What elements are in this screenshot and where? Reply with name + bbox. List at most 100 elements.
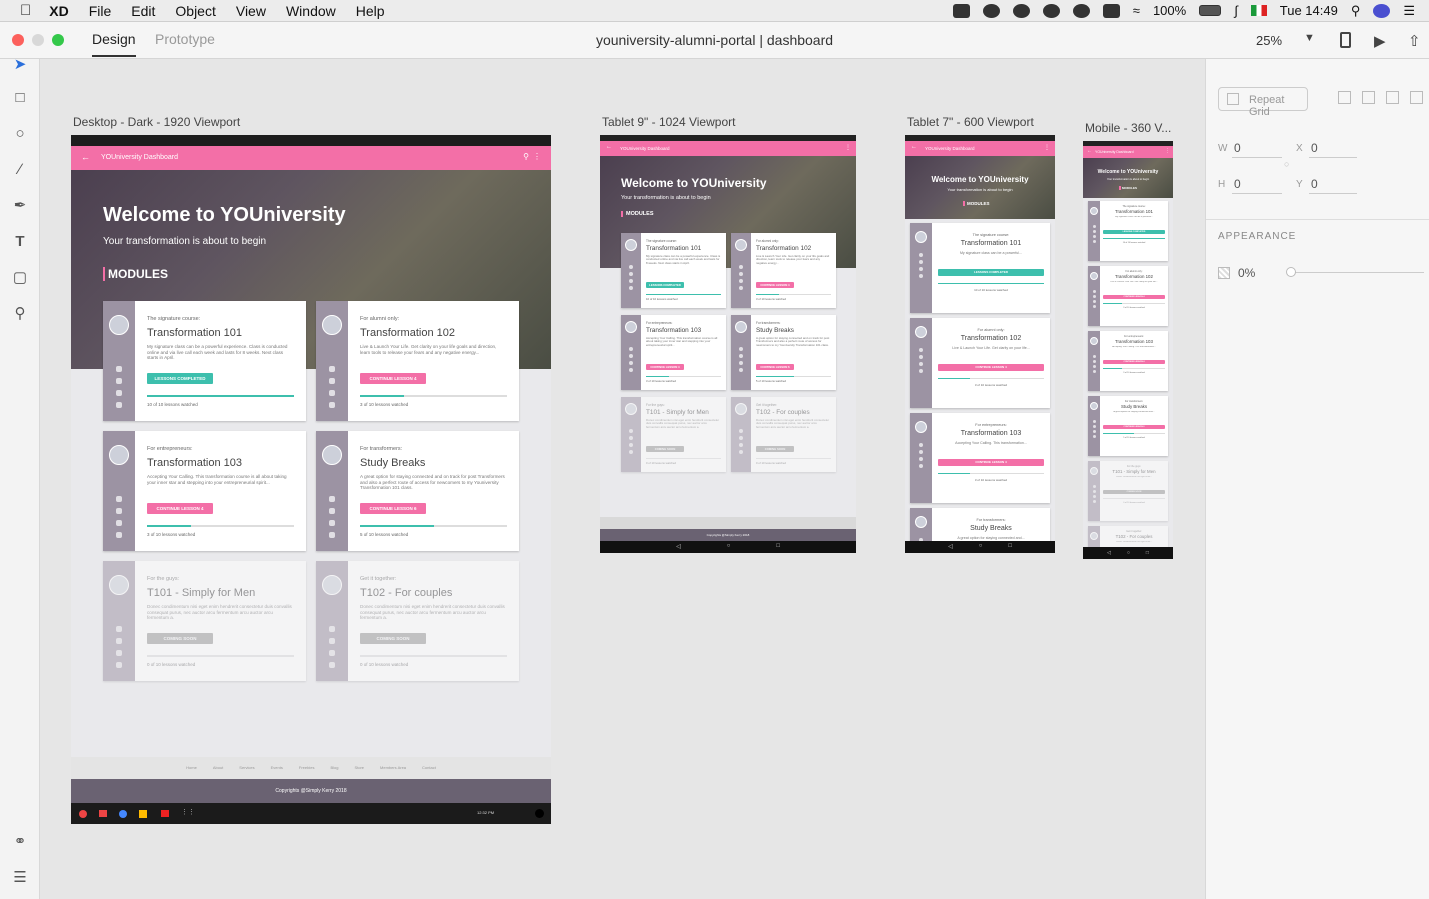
chat-icon[interactable] bbox=[629, 354, 633, 358]
battery-icon[interactable] bbox=[1199, 5, 1222, 16]
check-icon[interactable] bbox=[919, 274, 923, 278]
course-card[interactable]: The signature course: Transformation 101 M… bbox=[910, 223, 1050, 313]
check-icon[interactable] bbox=[629, 368, 633, 372]
course-card[interactable]: For transformers: Study Breaks A great opt… bbox=[316, 431, 519, 551]
menu-app-xd[interactable]: XD bbox=[49, 3, 68, 19]
chat-icon[interactable] bbox=[1092, 295, 1096, 298]
play-lesson-icon[interactable] bbox=[1092, 485, 1096, 488]
rectangle-tool-icon[interactable]: □ bbox=[11, 89, 29, 107]
check-icon[interactable] bbox=[1092, 500, 1096, 503]
height-field[interactable]: 0 bbox=[1234, 177, 1241, 191]
play-lesson-icon[interactable] bbox=[629, 429, 633, 433]
play-lesson-icon[interactable] bbox=[1092, 355, 1096, 358]
course-action-button[interactable]: CONTINUE LESSON 4 bbox=[646, 364, 684, 370]
flag-icon[interactable] bbox=[1250, 5, 1267, 16]
search-icon[interactable]: ⚲ bbox=[523, 152, 529, 161]
account-avatar-icon[interactable] bbox=[535, 809, 544, 818]
menu-file[interactable]: File bbox=[89, 3, 112, 19]
check-icon[interactable] bbox=[919, 369, 923, 373]
bluetooth-icon[interactable]: ∫ bbox=[1234, 3, 1238, 18]
play-lesson-icon[interactable] bbox=[919, 443, 923, 447]
chat-icon[interactable] bbox=[919, 355, 923, 359]
chat-icon[interactable] bbox=[329, 638, 335, 644]
course-action-button[interactable]: CONTINUE LESSON 4 bbox=[360, 373, 426, 384]
course-action-button[interactable]: CONTINUE LESSON 6 bbox=[360, 503, 426, 514]
check-icon[interactable] bbox=[329, 402, 335, 408]
boolean-intersect-icon[interactable] bbox=[1386, 91, 1399, 104]
course-action-button[interactable]: LESSONS COMPLETED bbox=[646, 282, 684, 288]
check-icon[interactable] bbox=[1092, 370, 1096, 373]
footer-link[interactable]: Blog bbox=[330, 765, 338, 779]
course-card[interactable]: For transformers: Study Breaks A great opt… bbox=[731, 315, 836, 390]
check-icon[interactable] bbox=[116, 402, 122, 408]
course-card[interactable]: The signature course: Transformation 101 M… bbox=[621, 233, 726, 308]
chat-icon[interactable] bbox=[116, 378, 122, 384]
more-vert-icon[interactable]: ⋮ bbox=[1165, 148, 1170, 154]
course-card[interactable]: For the guys: T101 - Simply for Men Donec … bbox=[621, 397, 726, 472]
wifi-icon[interactable]: ≈ bbox=[1133, 3, 1140, 18]
device-preview-icon[interactable] bbox=[1340, 32, 1351, 48]
width-field[interactable]: 0 bbox=[1234, 141, 1241, 155]
back-arrow-icon[interactable]: ← bbox=[606, 144, 612, 150]
course-action-button[interactable]: CONTINUE LESSON 4 bbox=[1103, 360, 1165, 364]
chat-icon[interactable] bbox=[629, 272, 633, 276]
zoom-tool-icon[interactable]: ⚲ bbox=[11, 305, 29, 323]
artboard-mobile[interactable]: ← YOUniversity Dashboard ⋮ Welcome to YO… bbox=[1083, 141, 1173, 559]
zoom-level[interactable]: 25% bbox=[1256, 33, 1282, 48]
share-icon[interactable]: ⇧ bbox=[1408, 32, 1421, 50]
artboard-label-mobile[interactable]: Mobile - 360 V... bbox=[1085, 121, 1171, 135]
heart-icon[interactable] bbox=[1092, 365, 1096, 368]
menu-edit[interactable]: Edit bbox=[131, 3, 155, 19]
chat-icon[interactable] bbox=[329, 508, 335, 514]
heart-icon[interactable] bbox=[1092, 495, 1096, 498]
check-icon[interactable] bbox=[739, 450, 743, 454]
nav-recents-icon[interactable]: □ bbox=[1008, 543, 1012, 553]
heart-icon[interactable] bbox=[1092, 300, 1096, 303]
apps-grid-icon[interactable]: ⋮⋮ bbox=[181, 808, 195, 816]
artboard-desktop[interactable]: ← YOUniversity Dashboard ⚲ ⋮ Welcome to … bbox=[71, 135, 551, 824]
airplay-icon[interactable] bbox=[1102, 3, 1120, 18]
drive-icon[interactable] bbox=[139, 810, 147, 818]
menu-view[interactable]: View bbox=[236, 3, 266, 19]
apple-icon[interactable]:  bbox=[20, 2, 31, 19]
boolean-add-icon[interactable] bbox=[1338, 91, 1351, 104]
play-lesson-icon[interactable] bbox=[116, 366, 122, 372]
footer-link[interactable]: Events bbox=[271, 765, 283, 779]
nav-home-icon[interactable]: ○ bbox=[1127, 550, 1130, 559]
zoom-dropdown-chevron-down-icon[interactable]: ▼ bbox=[1304, 32, 1315, 44]
more-vert-icon[interactable]: ⋮ bbox=[845, 144, 851, 151]
check-icon[interactable] bbox=[1092, 240, 1096, 243]
heart-icon[interactable] bbox=[329, 520, 335, 526]
menu-help[interactable]: Help bbox=[356, 3, 385, 19]
course-action-button[interactable]: CONTINUE LESSON 6 bbox=[1103, 425, 1165, 429]
heart-icon[interactable] bbox=[629, 361, 633, 365]
footer-link[interactable]: About bbox=[213, 765, 223, 779]
check-icon[interactable] bbox=[629, 450, 633, 454]
play-lesson-icon[interactable] bbox=[739, 429, 743, 433]
opacity-field[interactable]: 0% bbox=[1238, 266, 1255, 280]
heart-icon[interactable] bbox=[919, 267, 923, 271]
play-lesson-icon[interactable] bbox=[1092, 420, 1096, 423]
heart-icon[interactable] bbox=[919, 362, 923, 366]
heart-icon[interactable] bbox=[739, 279, 743, 283]
heart-icon[interactable] bbox=[116, 390, 122, 396]
course-card[interactable]: For alumni only: Transformation 102 Live &… bbox=[731, 233, 836, 308]
y-field[interactable]: 0 bbox=[1311, 177, 1318, 191]
x-field[interactable]: 0 bbox=[1311, 141, 1318, 155]
heart-icon[interactable] bbox=[629, 279, 633, 283]
boolean-subtract-icon[interactable] bbox=[1362, 91, 1375, 104]
check-icon[interactable] bbox=[1092, 435, 1096, 438]
play-lesson-icon[interactable] bbox=[1092, 225, 1096, 228]
course-card[interactable]: For transformers: Study Breaks A great opt… bbox=[1088, 396, 1168, 456]
play-lesson-icon[interactable] bbox=[919, 253, 923, 257]
chat-icon[interactable] bbox=[1092, 360, 1096, 363]
menu-window[interactable]: Window bbox=[286, 3, 336, 19]
more-vert-icon[interactable]: ⋮ bbox=[533, 152, 541, 161]
creative-cloud-icon[interactable] bbox=[982, 3, 1000, 18]
course-action-button[interactable]: CONTINUE LESSON 4 bbox=[756, 282, 794, 288]
play-lesson-icon[interactable] bbox=[329, 496, 335, 502]
course-action-button[interactable]: LESSONS COMPLETED bbox=[1103, 230, 1165, 234]
gmail-icon[interactable] bbox=[99, 810, 107, 817]
opacity-slider-handle[interactable] bbox=[1286, 267, 1296, 277]
menu-object[interactable]: Object bbox=[175, 3, 215, 19]
